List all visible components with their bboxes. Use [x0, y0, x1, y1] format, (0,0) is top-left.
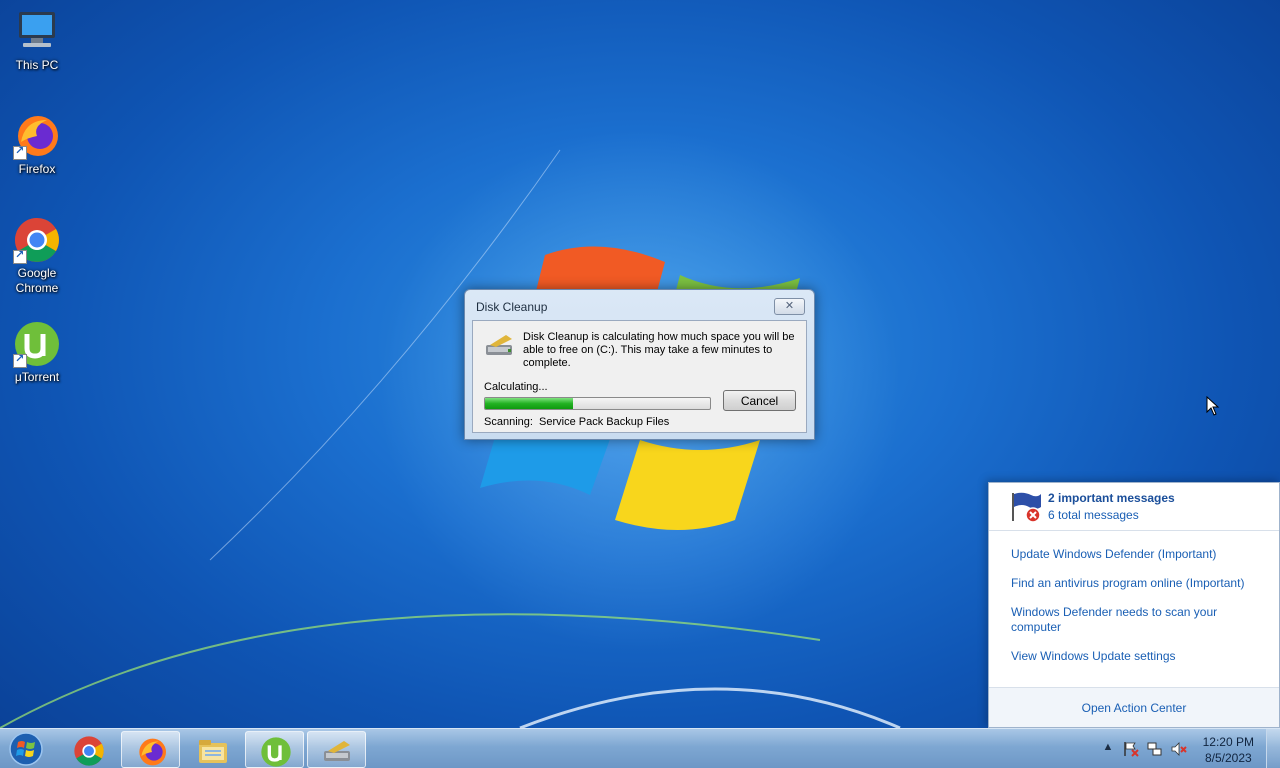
- shortcut-arrow-icon: [13, 144, 27, 160]
- message-link-find-antivirus[interactable]: Find an antivirus program online (Import…: [1011, 576, 1271, 591]
- taskbar-utorrent-button[interactable]: [245, 731, 304, 768]
- taskbar-firefox-button[interactable]: [121, 731, 180, 768]
- desktop-icon-chrome[interactable]: Google Chrome: [4, 216, 70, 296]
- mouse-cursor-icon: [1206, 395, 1220, 419]
- desktop-icon-firefox[interactable]: Firefox: [4, 112, 70, 177]
- network-tray-icon[interactable]: [1147, 741, 1163, 757]
- progress-bar: [484, 397, 711, 410]
- calculating-label: Calculating...: [484, 381, 548, 393]
- desktop-icon-this-pc[interactable]: This PC: [4, 8, 70, 73]
- system-tray: ▲ 12:20 PM 8/5/2023: [1090, 729, 1280, 768]
- taskbar: ▲ 12:20 PM 8/5/2023: [0, 728, 1280, 768]
- message-link-windows-update[interactable]: View Windows Update settings: [1011, 649, 1271, 664]
- disk-cleanup-dialog: Disk Cleanup ✕ Disk Cleanup is calculati…: [464, 289, 815, 440]
- desktop-icon-label: Google Chrome: [15, 266, 59, 295]
- desktop-icon-utorrent[interactable]: μTorrent: [4, 320, 70, 385]
- progress-bar-fill: [485, 398, 573, 409]
- clock[interactable]: 12:20 PM 8/5/2023: [1203, 734, 1254, 766]
- action-center-title[interactable]: 2 important messages: [1048, 491, 1175, 505]
- dialog-title: Disk Cleanup: [476, 300, 548, 314]
- scanning-status: Scanning: Service Pack Backup Files: [484, 416, 670, 428]
- tray-expand-icon[interactable]: ▲: [1100, 741, 1116, 757]
- message-link-defender-scan[interactable]: Windows Defender needs to scan your comp…: [1011, 605, 1241, 635]
- shortcut-arrow-icon: [13, 248, 27, 264]
- action-center-message-list: Update Windows Defender (Important) Find…: [989, 531, 1279, 688]
- action-center-popup: 2 important messages 6 total messages Up…: [988, 482, 1280, 728]
- open-action-center-link[interactable]: Open Action Center: [1082, 701, 1187, 715]
- chrome-icon: [13, 216, 61, 264]
- show-desktop-button[interactable]: [1266, 729, 1280, 768]
- action-center-footer: Open Action Center: [989, 687, 1279, 727]
- start-icon: [9, 732, 43, 766]
- message-link-update-defender[interactable]: Update Windows Defender (Important): [1011, 547, 1271, 562]
- taskbar-chrome-button[interactable]: [59, 731, 118, 768]
- disk-cleanup-icon: [484, 333, 516, 359]
- clock-time: 12:20 PM: [1202, 735, 1254, 749]
- taskbar-file-explorer-button[interactable]: [183, 731, 242, 768]
- volume-muted-tray-icon[interactable]: [1171, 741, 1187, 757]
- dialog-body: Disk Cleanup is calculating how much spa…: [472, 320, 807, 433]
- firefox-icon: [13, 112, 61, 160]
- dialog-message: Disk Cleanup is calculating how much spa…: [523, 331, 795, 369]
- firefox-icon: [139, 738, 166, 766]
- utorrent-icon: [261, 737, 291, 767]
- desktop-icon-label: μTorrent: [14, 370, 60, 384]
- clock-date: 8/5/2023: [1204, 751, 1252, 765]
- disk-cleanup-icon: [324, 741, 350, 761]
- desktop-icon-label: Firefox: [18, 162, 56, 176]
- taskbar-disk-cleanup-button[interactable]: [307, 731, 366, 768]
- desktop-icon-label: This PC: [15, 58, 59, 72]
- action-center-header: 2 important messages 6 total messages: [989, 483, 1279, 531]
- file-explorer-icon: [199, 740, 227, 763]
- close-button[interactable]: ✕: [774, 298, 805, 315]
- utorrent-icon: [13, 320, 61, 368]
- chrome-icon: [74, 736, 104, 766]
- action-center-flag-tray-icon[interactable]: [1123, 741, 1139, 757]
- cancel-button[interactable]: Cancel: [723, 390, 796, 411]
- dialog-titlebar[interactable]: Disk Cleanup ✕: [465, 290, 814, 320]
- computer-icon: [13, 8, 61, 56]
- action-center-flag-icon: [1009, 491, 1043, 523]
- start-button[interactable]: [4, 731, 48, 767]
- shortcut-arrow-icon: [13, 352, 27, 368]
- action-center-subtitle[interactable]: 6 total messages: [1048, 508, 1139, 522]
